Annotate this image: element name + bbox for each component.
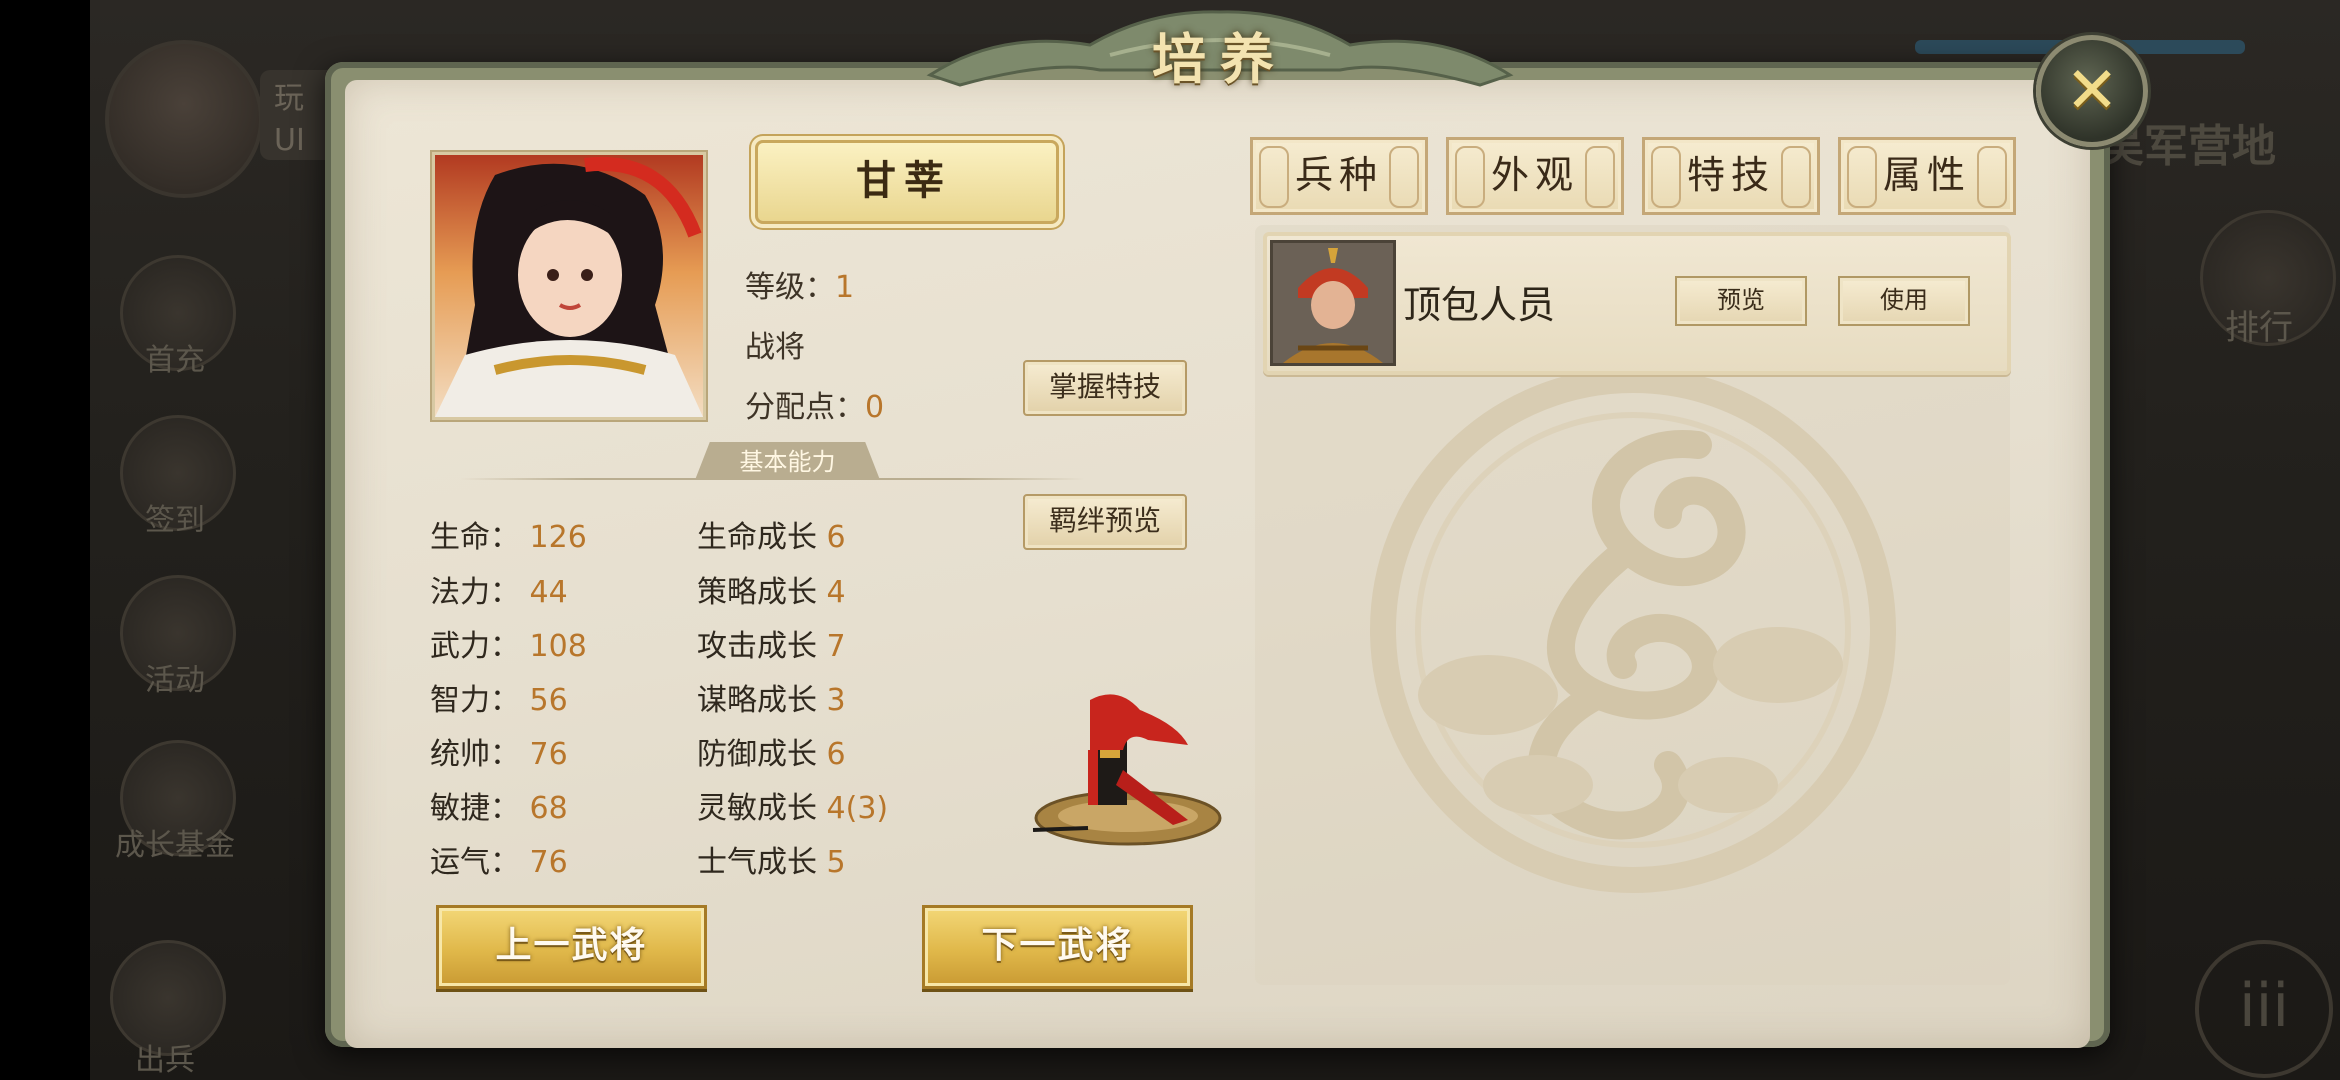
previous-general-button[interactable]: 上一武将 [436,905,707,989]
close-button[interactable]: ✕ [2036,35,2148,147]
stat-value: 56 [529,683,568,718]
stat-value: 76 [529,845,568,880]
tab-skills[interactable]: 特技 [1642,137,1820,215]
stat-label: 法力： [430,575,520,610]
growth-value: 4(3) [826,791,889,826]
general-portrait [432,152,706,420]
dragon-emblem-icon [1370,367,1896,893]
stat-row: 敏捷： 68 [430,783,568,827]
growth-value: 7 [826,629,846,664]
stat-row: 运气： 76 [430,837,568,881]
level-label: 等级： [745,270,835,305]
stat-value: 44 [529,575,568,610]
growth-label: 防御成长 [697,737,817,772]
sign-in-label: 签到 [145,503,205,538]
role-label: 战将 [745,330,805,365]
stat-label: 统帅： [430,737,520,772]
growth-row: 谋略成长 3 [697,675,846,719]
tab-attributes[interactable]: 属性 [1838,137,2016,215]
stat-label: 敏捷： [430,791,520,826]
growth-fund-label: 成长基金 [115,828,235,863]
activity-label: 活动 [145,663,205,698]
growth-row: 生命成长 6 [697,512,846,556]
bond-preview-button[interactable]: 羁绊预览 [1023,494,1187,550]
stat-label: 武力： [430,629,520,664]
growth-label: 策略成长 [697,575,817,610]
growth-value: 6 [826,737,846,772]
growth-value: 6 [826,520,846,555]
stat-value: 126 [529,520,587,555]
tab-appearance[interactable]: 外观 [1446,137,1624,215]
basic-ability-section: 基本能力 [695,442,880,480]
stat-label: 生命： [430,520,520,555]
points-row: 分配点：0 [745,382,884,426]
level-row: 等级：1 [745,262,854,306]
master-skill-button[interactable]: 掌握特技 [1023,360,1187,416]
player-avatar[interactable] [105,40,263,198]
troop-use-button[interactable]: 使用 [1838,276,1970,326]
troop-preview-button[interactable]: 预览 [1675,276,1807,326]
growth-label: 灵敏成长 [697,791,817,826]
tab-troop-type[interactable]: 兵种 [1250,137,1428,215]
points-label: 分配点： [745,390,865,425]
stat-row: 统帅： 76 [430,729,568,773]
general-battle-sprite [1032,694,1222,846]
growth-value: 3 [826,683,846,718]
stat-row: 武力： 108 [430,621,587,665]
menu-icon[interactable]: iii [2195,940,2333,1078]
growth-row: 灵敏成长 4(3) [697,783,888,827]
next-general-button[interactable]: 下一武将 [922,905,1193,989]
growth-value: 4 [826,575,846,610]
growth-value: 5 [826,845,846,880]
first-charge-label: 首充 [145,343,205,378]
close-x-icon: ✕ [2065,54,2119,128]
growth-row: 防御成长 6 [697,729,846,773]
troop-portrait [1270,240,1396,366]
growth-row: 攻击成长 7 [697,621,846,665]
general-name: 甘莘 [856,157,952,204]
level-value: 1 [835,270,855,305]
growth-row: 士气成长 5 [697,837,846,881]
growth-row: 策略成长 4 [697,567,846,611]
growth-label: 谋略成长 [697,683,817,718]
growth-label: 士气成长 [697,845,817,880]
ranking-label: 排行 [2225,308,2293,348]
growth-label: 生命成长 [697,520,817,555]
stat-value: 76 [529,737,568,772]
stat-value: 108 [529,629,587,664]
stat-row: 智力： 56 [430,675,568,719]
growth-label: 攻击成长 [697,629,817,664]
dialog-title: 培养 [1152,27,1288,91]
dispatch-label: 出兵 [135,1043,195,1078]
stat-row: 生命： 126 [430,512,587,556]
stat-label: 智力： [430,683,520,718]
stat-row: 法力： 44 [430,567,568,611]
points-value: 0 [865,390,885,425]
stat-value: 68 [529,791,568,826]
stat-label: 运气： [430,845,520,880]
troop-name: 顶包人员 [1403,283,1556,327]
screen-edge [0,0,90,1080]
